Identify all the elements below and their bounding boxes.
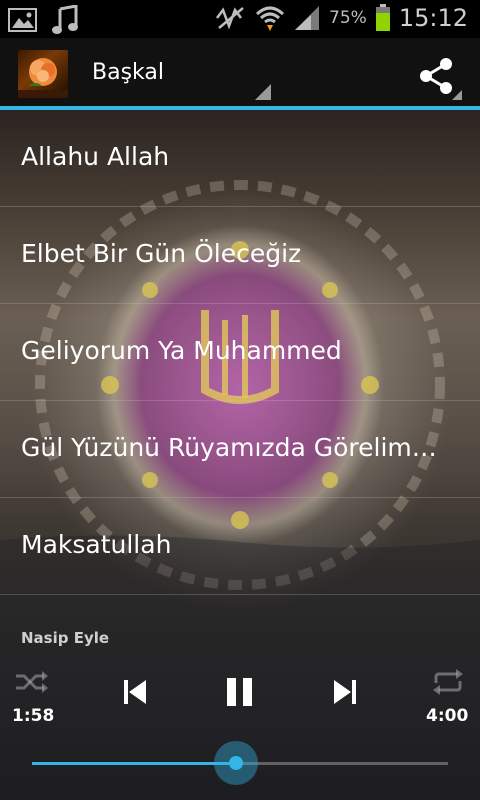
flower-logo-icon[interactable] (18, 50, 68, 98)
list-item-label: Gül Yüzünü Rüyamızda Görelim… (21, 433, 437, 462)
share-button[interactable] (418, 56, 462, 100)
mute-icon (216, 7, 244, 30)
pause-button[interactable] (227, 678, 253, 710)
seek-bar-thumb[interactable] (214, 741, 258, 785)
previous-button[interactable] (124, 680, 146, 708)
list-item[interactable]: Gül Yüzünü Rüyamızda Görelim… (0, 401, 480, 498)
status-bar: 75% 15:12 (0, 0, 480, 38)
battery-icon (375, 4, 390, 31)
repeat-icon (433, 669, 463, 695)
action-bar: Başkal (0, 38, 480, 106)
list-item-label: Allahu Allah (21, 142, 170, 171)
list-item[interactable]: Allahu Allah (0, 110, 480, 207)
shuffle-icon (16, 671, 48, 693)
next-icon (334, 680, 356, 704)
battery-percent: 75% (329, 8, 367, 28)
total-time: 4:00 (426, 706, 469, 726)
elapsed-time: 1:58 (12, 706, 55, 726)
now-playing-title: Nasip Eyle (21, 629, 110, 647)
previous-icon (124, 680, 146, 704)
next-button[interactable] (334, 680, 356, 708)
status-time: 15:12 (398, 4, 468, 32)
repeat-button[interactable] (432, 669, 464, 699)
shuffle-button[interactable] (14, 670, 48, 698)
music-note-icon (52, 5, 78, 34)
main-content: Allahu Allah Elbet Bir Gün Öleceğiz Geli… (0, 110, 480, 800)
list-item-label: Geliyorum Ya Muhammed (21, 336, 342, 365)
list-item-label: Maksatullah (21, 530, 172, 559)
status-right: 75% 15:12 (213, 4, 468, 32)
pause-icon (227, 678, 252, 706)
list-item[interactable]: Elbet Bir Gün Öleceğiz (0, 207, 480, 304)
share-icon (420, 58, 462, 100)
signal-icon (295, 6, 320, 30)
status-left (8, 5, 78, 35)
list-item-label: Elbet Bir Gün Öleceğiz (21, 239, 302, 268)
list-item[interactable]: Geliyorum Ya Muhammed (0, 304, 480, 401)
seek-bar-thumb-core (229, 756, 243, 770)
list-item[interactable]: Maksatullah (0, 498, 480, 595)
image-icon (8, 8, 37, 32)
app-title[interactable]: Başkal (92, 60, 164, 85)
title-dropdown-indicator (255, 84, 271, 100)
seek-bar-progress (32, 762, 236, 765)
wifi-icon (256, 6, 285, 31)
